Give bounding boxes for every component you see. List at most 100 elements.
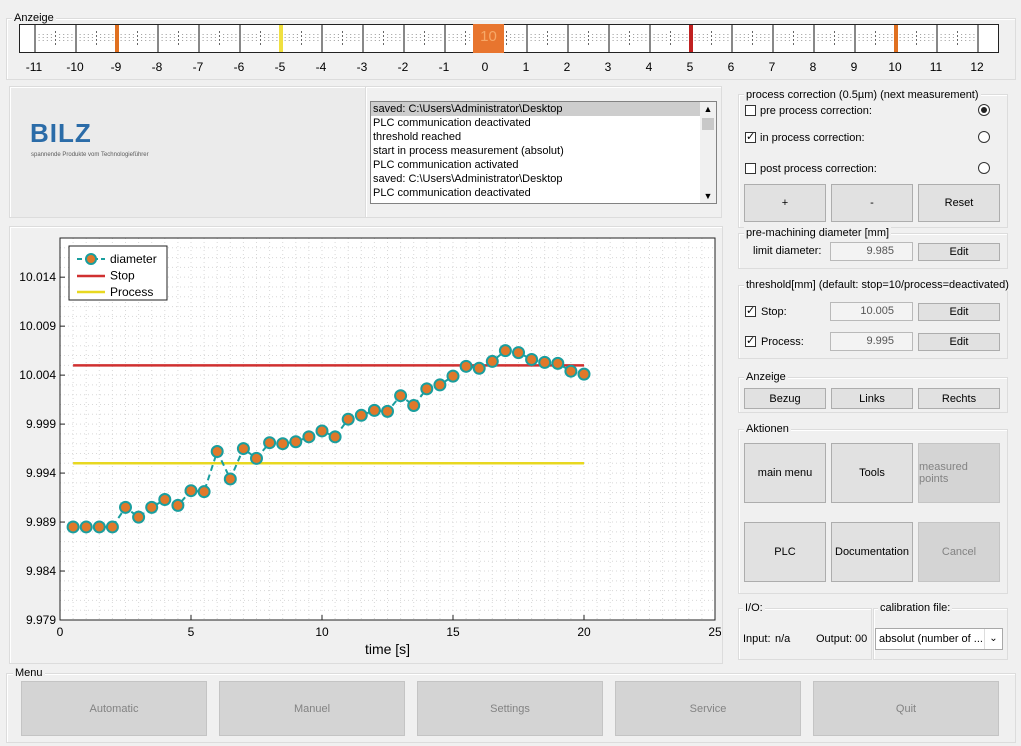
calibration-select[interactable]: absolut (number of ... ⌄ xyxy=(875,628,1003,650)
plus-button[interactable]: + xyxy=(744,184,826,222)
log-entry[interactable]: start in process measurement (absolut) xyxy=(371,144,701,158)
diameter-point xyxy=(276,437,290,451)
scale-label: 9 xyxy=(850,60,858,74)
diameter-point xyxy=(394,389,408,403)
diameter-point xyxy=(577,367,591,381)
log-entries: saved: C:\Users\Administrator\Desktop PLC… xyxy=(371,102,701,200)
stop-label: Stop: xyxy=(761,306,787,318)
io-output-label: Output: xyxy=(816,633,853,645)
limit-diameter-label: limit diameter: xyxy=(753,245,822,257)
log-entry[interactable]: saved: C:\Users\Administrator\Desktop xyxy=(371,102,701,116)
plc-button[interactable]: PLC xyxy=(744,522,826,582)
log-scrollbar[interactable]: ▲ ▼ xyxy=(700,102,716,203)
main-menu-button[interactable]: main menu xyxy=(744,443,826,503)
scale-marker xyxy=(894,25,898,52)
bezug-button[interactable]: Bezug xyxy=(744,388,826,409)
scale-label: 2 xyxy=(563,60,571,74)
log-listbox[interactable]: saved: C:\Users\Administrator\Desktop PLC… xyxy=(370,101,717,204)
limit-edit-button[interactable]: Edit xyxy=(918,243,1000,261)
scroll-up-icon[interactable]: ▲ xyxy=(700,102,716,116)
pre-process-checkbox[interactable] xyxy=(745,105,756,116)
process-threshold-field[interactable]: 9.995 xyxy=(830,332,913,351)
diameter-point xyxy=(119,500,132,514)
process-edit-button[interactable]: Edit xyxy=(918,333,1000,351)
menu-manuel-button[interactable]: Manuel xyxy=(219,681,405,736)
y-tick-label: 9.989 xyxy=(26,515,56,529)
scale-label: 7 xyxy=(768,60,776,74)
y-tick-label: 9.984 xyxy=(26,564,56,578)
diameter-point xyxy=(328,430,342,444)
pre-process-label: pre process correction: xyxy=(760,105,872,117)
diameter-point xyxy=(105,520,119,534)
legend-diameter-marker xyxy=(85,253,97,265)
calibration-selected: absolut (number of ... xyxy=(879,633,983,645)
scale-marker xyxy=(115,25,119,52)
cancel-button[interactable]: Cancel xyxy=(918,522,1000,582)
scale-label: 8 xyxy=(809,60,817,74)
diameter-point xyxy=(184,484,198,498)
scale-label: 10 xyxy=(888,60,902,74)
tools-button[interactable]: Tools xyxy=(831,443,913,503)
legend-label: diameter xyxy=(110,252,157,266)
log-entry[interactable]: threshold reached xyxy=(371,130,701,144)
scroll-thumb[interactable] xyxy=(702,118,714,130)
scale-label: -4 xyxy=(315,60,327,74)
diameter-point xyxy=(132,510,146,524)
diameter-point xyxy=(210,445,224,459)
scale-label: -6 xyxy=(233,60,245,74)
process-correction-title: process correction (0.5µm) (next measure… xyxy=(744,89,981,101)
scale-label: 1 xyxy=(522,60,530,74)
rechts-button[interactable]: Rechts xyxy=(918,388,1000,409)
anzeige-panel-title: Anzeige xyxy=(744,371,788,383)
post-process-checkbox[interactable] xyxy=(745,163,756,174)
process-checkbox[interactable]: ✓ xyxy=(745,336,756,347)
diameter-point xyxy=(498,344,512,358)
diameter-point xyxy=(158,493,172,507)
pre-process-radio[interactable] xyxy=(978,104,990,116)
limit-diameter-field[interactable]: 9.985 xyxy=(830,242,913,261)
diameter-point xyxy=(538,355,552,369)
io-output-value: 00 xyxy=(855,633,868,645)
scale-label: -7 xyxy=(192,60,204,74)
diameter-point xyxy=(433,378,447,392)
menu-settings-button[interactable]: Settings xyxy=(417,681,603,736)
in-process-checkbox[interactable]: ✓ xyxy=(745,132,756,143)
menu-service-button[interactable]: Service xyxy=(615,681,801,736)
log-entry[interactable]: saved: C:\Users\Administrator\Desktop xyxy=(371,172,701,186)
scale-label: 4 xyxy=(645,60,653,74)
log-entry[interactable]: PLC communication deactivated xyxy=(371,116,701,130)
x-axis-label: time [s] xyxy=(365,641,410,657)
diameter-point xyxy=(407,398,421,412)
diameter-point xyxy=(341,412,355,426)
measured-points-button[interactable]: measured points xyxy=(918,443,1000,503)
minus-button[interactable]: - xyxy=(831,184,913,222)
x-tick-label: 25 xyxy=(708,625,721,639)
scale-label: -8 xyxy=(151,60,163,74)
menu-automatic-button[interactable]: Automatic xyxy=(21,681,207,736)
scale-ticks xyxy=(34,25,979,52)
diameter-point xyxy=(459,359,473,373)
threshold-title: threshold[mm] (default: stop=10/process=… xyxy=(744,279,1011,291)
documentation-button[interactable]: Documentation xyxy=(831,522,913,582)
scale-label: -10 xyxy=(66,60,84,74)
log-entry[interactable]: PLC communication deactivated xyxy=(371,186,701,200)
post-process-radio[interactable] xyxy=(978,162,990,174)
links-button[interactable]: Links xyxy=(831,388,913,409)
y-tick-label: 9.979 xyxy=(26,613,56,627)
post-process-label: post process correction: xyxy=(760,163,877,175)
anzeige-title: Anzeige xyxy=(12,12,56,24)
reset-button[interactable]: Reset xyxy=(918,184,1000,222)
menu-quit-button[interactable]: Quit xyxy=(813,681,999,736)
stop-checkbox[interactable]: ✓ xyxy=(745,306,756,317)
scale-label: -3 xyxy=(356,60,368,74)
chevron-down-icon[interactable]: ⌄ xyxy=(984,629,1002,649)
io-input-value: n/a xyxy=(775,633,791,645)
io-title: I/O: xyxy=(743,602,765,614)
diameter-point xyxy=(289,435,303,449)
stop-edit-button[interactable]: Edit xyxy=(918,303,1000,321)
in-process-radio[interactable] xyxy=(978,131,990,143)
log-entry[interactable]: PLC communication activated xyxy=(371,158,701,172)
scroll-down-icon[interactable]: ▼ xyxy=(700,189,716,203)
diameter-point xyxy=(472,361,486,375)
stop-threshold-field[interactable]: 10.005 xyxy=(830,302,913,321)
